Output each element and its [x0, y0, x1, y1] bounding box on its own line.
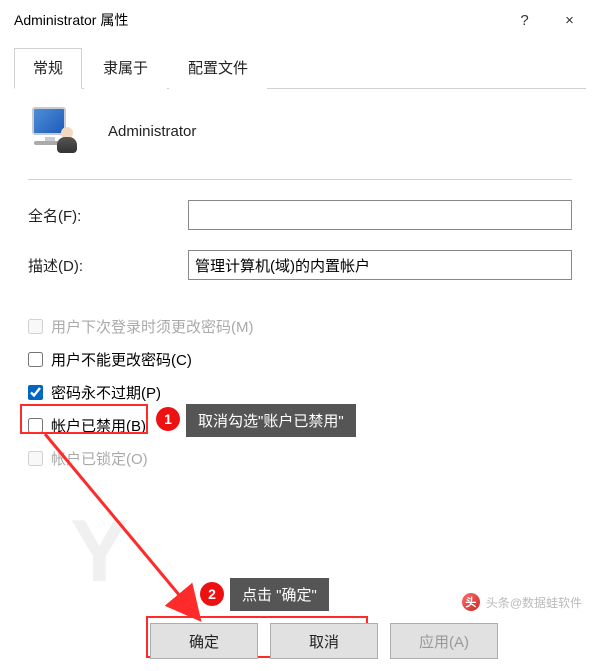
ok-button[interactable]: 确定 [150, 623, 258, 659]
titlebar: Administrator 属性 ? × [0, 0, 600, 40]
help-button[interactable]: ? [502, 5, 547, 35]
checkbox-cantchange[interactable] [28, 352, 43, 367]
callout-text-1: 取消勾选"账户已禁用" [186, 404, 356, 437]
check-cantchange[interactable]: 用户不能更改密码(C) [28, 349, 572, 370]
callout-text-2: 点击 "确定" [230, 578, 329, 611]
close-button[interactable]: × [547, 5, 592, 35]
description-input[interactable] [188, 250, 572, 280]
checkbox-locked [28, 451, 43, 466]
check-mustchange-label: 用户下次登录时须更改密码(M) [51, 316, 254, 337]
tab-profile[interactable]: 配置文件 [169, 48, 267, 89]
user-header: Administrator [28, 99, 572, 180]
check-mustchange: 用户下次登录时须更改密码(M) [28, 316, 572, 337]
tab-general[interactable]: 常规 [14, 48, 82, 89]
footer-credit: 头 头条@数据蛙软件 [462, 593, 582, 611]
cancel-button[interactable]: 取消 [270, 623, 378, 659]
check-neverexpire-label: 密码永不过期(P) [51, 382, 161, 403]
checkbox-disabled[interactable] [28, 418, 43, 433]
watermark: Y [70, 500, 129, 602]
checkbox-mustchange [28, 319, 43, 334]
checkbox-neverexpire[interactable] [28, 385, 43, 400]
check-locked: 帐户已锁定(O) [28, 448, 572, 469]
row-fullname: 全名(F): [28, 200, 572, 230]
footer-icon: 头 [462, 593, 480, 611]
dialog-buttons: 确定 取消 应用(A) [150, 623, 498, 659]
check-neverexpire[interactable]: 密码永不过期(P) [28, 382, 572, 403]
apply-button: 应用(A) [390, 623, 498, 659]
username-label: Administrator [108, 123, 196, 140]
window-title: Administrator 属性 [14, 10, 502, 30]
checkbox-group: 用户下次登录时须更改密码(M) 用户不能更改密码(C) 密码永不过期(P) 帐户… [28, 316, 572, 469]
fullname-input[interactable] [188, 200, 572, 230]
user-icon [28, 107, 78, 155]
check-cantchange-label: 用户不能更改密码(C) [51, 349, 192, 370]
tab-member[interactable]: 隶属于 [84, 48, 167, 89]
fullname-label: 全名(F): [28, 205, 188, 226]
footer-credit-text: 头条@数据蛙软件 [486, 594, 582, 611]
tabs: 常规 隶属于 配置文件 [14, 48, 586, 89]
row-description: 描述(D): [28, 250, 572, 280]
check-disabled-label: 帐户已禁用(B) [51, 415, 146, 436]
callout-badge-2: 2 [200, 582, 224, 606]
check-locked-label: 帐户已锁定(O) [51, 448, 148, 469]
callout-badge-1: 1 [156, 407, 180, 431]
description-label: 描述(D): [28, 255, 188, 276]
